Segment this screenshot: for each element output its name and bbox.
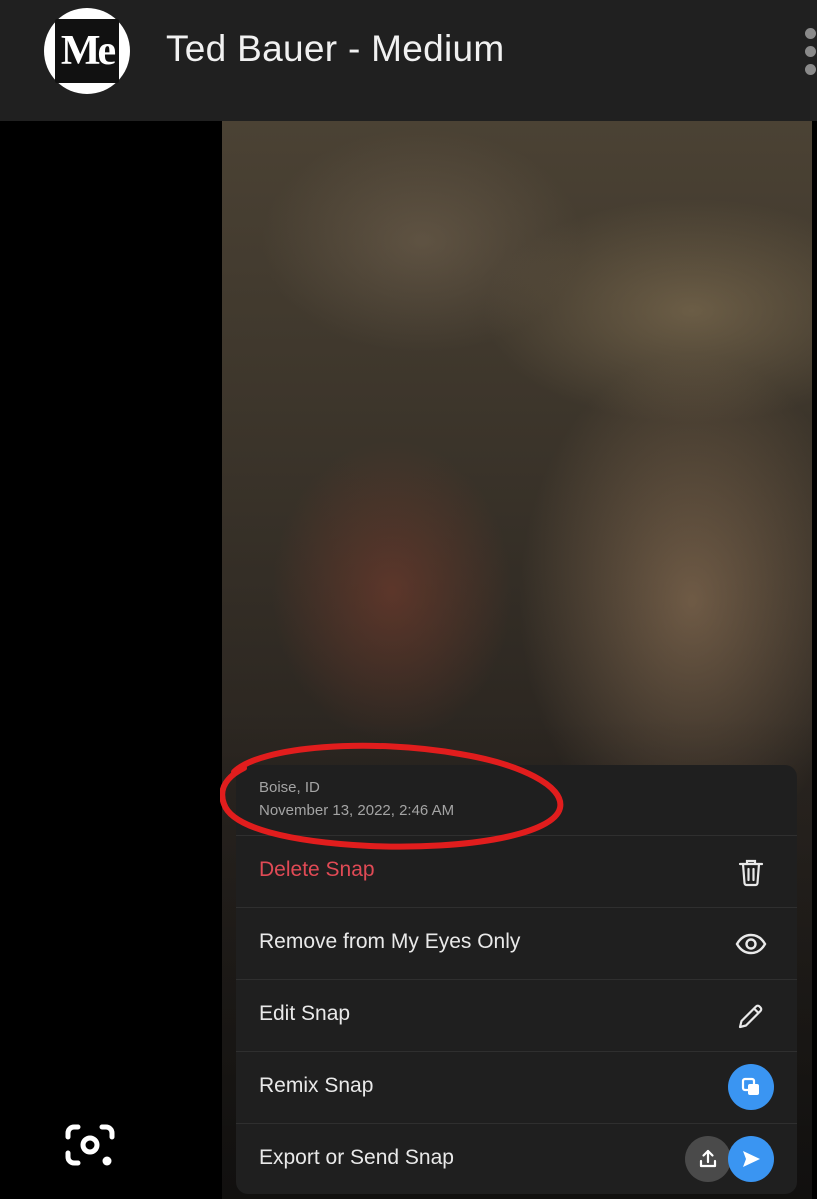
google-lens-icon[interactable] bbox=[64, 1121, 116, 1171]
snap-metadata: Boise, ID November 13, 2022, 2:46 AM bbox=[236, 765, 797, 836]
snap-options-menu: Boise, ID November 13, 2022, 2:46 AM Del… bbox=[236, 765, 797, 1194]
app-header: Me Ted Bauer - Medium bbox=[0, 0, 817, 121]
snap-location: Boise, ID bbox=[259, 779, 320, 796]
medium-logo[interactable]: Me bbox=[44, 8, 130, 94]
edit-snap-label: Edit Snap bbox=[259, 1002, 351, 1025]
send-icon[interactable] bbox=[728, 1136, 774, 1182]
remix-icon bbox=[728, 1064, 774, 1110]
medium-logo-mark: Me bbox=[55, 19, 119, 83]
export-send-snap-button[interactable]: Export or Send Snap bbox=[236, 1124, 797, 1194]
snap-timestamp: November 13, 2022, 2:46 AM bbox=[259, 802, 455, 819]
share-icon[interactable] bbox=[685, 1136, 731, 1182]
export-send-snap-label: Export or Send Snap bbox=[259, 1146, 454, 1169]
delete-snap-label: Delete Snap bbox=[259, 858, 375, 881]
pencil-icon bbox=[735, 1000, 767, 1032]
remix-snap-button[interactable]: Remix Snap bbox=[236, 1052, 797, 1124]
remove-from-my-eyes-only-button[interactable]: Remove from My Eyes Only bbox=[236, 908, 797, 980]
more-options-icon[interactable] bbox=[801, 28, 817, 76]
remove-from-my-eyes-only-label: Remove from My Eyes Only bbox=[259, 930, 521, 953]
edit-snap-button[interactable]: Edit Snap bbox=[236, 980, 797, 1052]
trash-icon bbox=[735, 856, 767, 888]
remix-snap-label: Remix Snap bbox=[259, 1074, 374, 1097]
delete-snap-button[interactable]: Delete Snap bbox=[236, 836, 797, 908]
app-root: Me Ted Bauer - Medium Boise, ID November… bbox=[0, 0, 817, 1199]
eye-icon bbox=[735, 928, 767, 960]
page-title: Ted Bauer - Medium bbox=[166, 28, 505, 69]
